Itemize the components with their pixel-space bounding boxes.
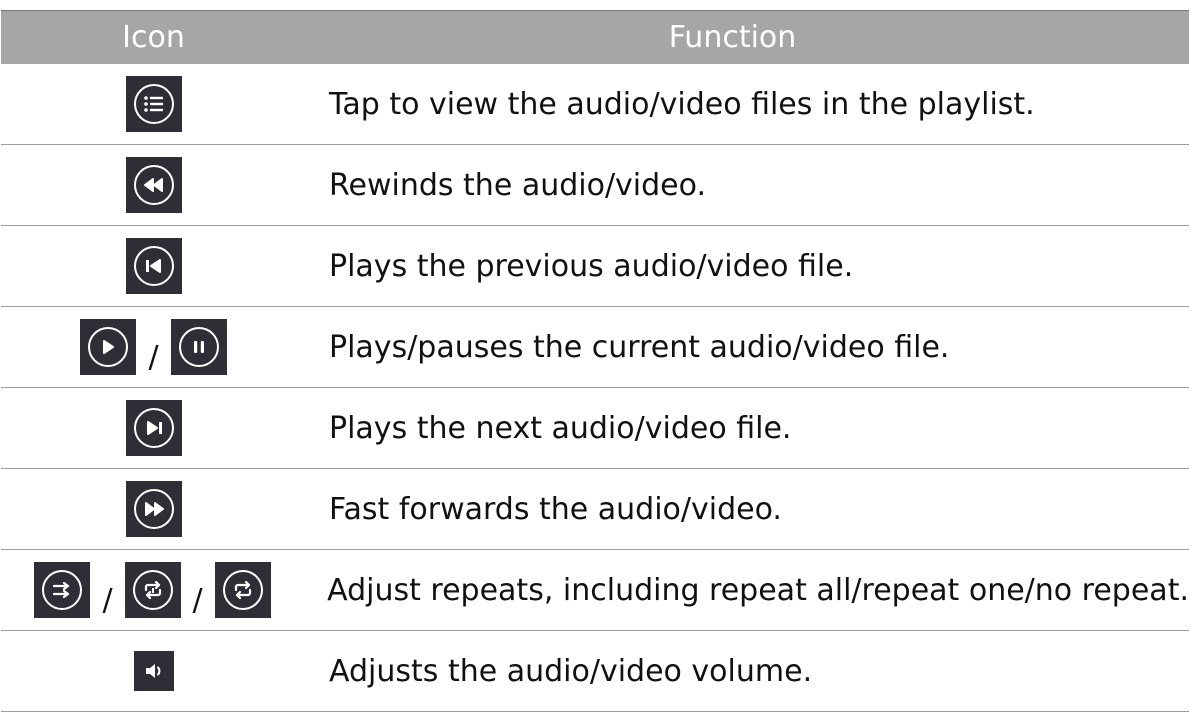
function-text: Fast forwards the audio/video. <box>329 491 782 527</box>
icon-function-table: Icon Function Tap to view the audio/vide… <box>1 10 1189 712</box>
table-row: Plays the previous audio/video file. <box>1 226 1189 307</box>
table-row: Adjusts the audio/video volume. <box>1 631 1189 712</box>
repeat-all-icon <box>34 562 91 618</box>
icon-cell <box>1 145 306 225</box>
icon-separator: / <box>148 339 159 375</box>
function-text: Adjust repeats, including repeat all/rep… <box>327 572 1189 608</box>
icon-cell <box>1 469 306 549</box>
icon-cell <box>1 631 306 711</box>
icon-cell <box>1 226 306 306</box>
repeat-one-icon <box>124 562 181 618</box>
fast-forward-icon <box>125 481 182 537</box>
function-text: Plays the next audio/video file. <box>329 410 792 446</box>
icon-cell <box>1 388 306 468</box>
function-text: Adjusts the audio/video volume. <box>329 653 813 689</box>
icon-column-header: Icon <box>122 20 185 55</box>
table-row: Rewinds the audio/video. <box>1 145 1189 226</box>
playlist-icon <box>125 76 182 132</box>
icon-cell: / / <box>1 550 304 630</box>
table-row: / / Adjust repeats, including repeat all… <box>1 550 1189 631</box>
icon-separator: / <box>102 582 113 618</box>
table-header: Icon Function <box>1 10 1189 64</box>
table-row: Tap to view the audio/video files in the… <box>1 64 1189 145</box>
icon-cell <box>1 64 306 144</box>
function-text: Plays/pauses the current audio/video fil… <box>329 329 950 365</box>
icon-separator: / <box>192 582 203 618</box>
no-repeat-icon <box>214 562 271 618</box>
play-icon <box>80 319 137 375</box>
volume-icon <box>133 651 174 691</box>
rewind-icon <box>125 157 182 213</box>
function-column-header: Function <box>668 20 797 55</box>
table-row: Plays the next audio/video file. <box>1 388 1189 469</box>
function-text: Tap to view the audio/video files in the… <box>329 86 1035 122</box>
function-text: Plays the previous audio/video file. <box>329 248 854 284</box>
icon-cell: / <box>1 307 306 387</box>
next-track-icon <box>125 400 182 456</box>
table-row: / Plays/pauses the current audio/video f… <box>1 307 1189 388</box>
pause-icon <box>170 319 227 375</box>
table-row: Fast forwards the audio/video. <box>1 469 1189 550</box>
previous-track-icon <box>125 238 182 294</box>
function-text: Rewinds the audio/video. <box>329 167 707 203</box>
